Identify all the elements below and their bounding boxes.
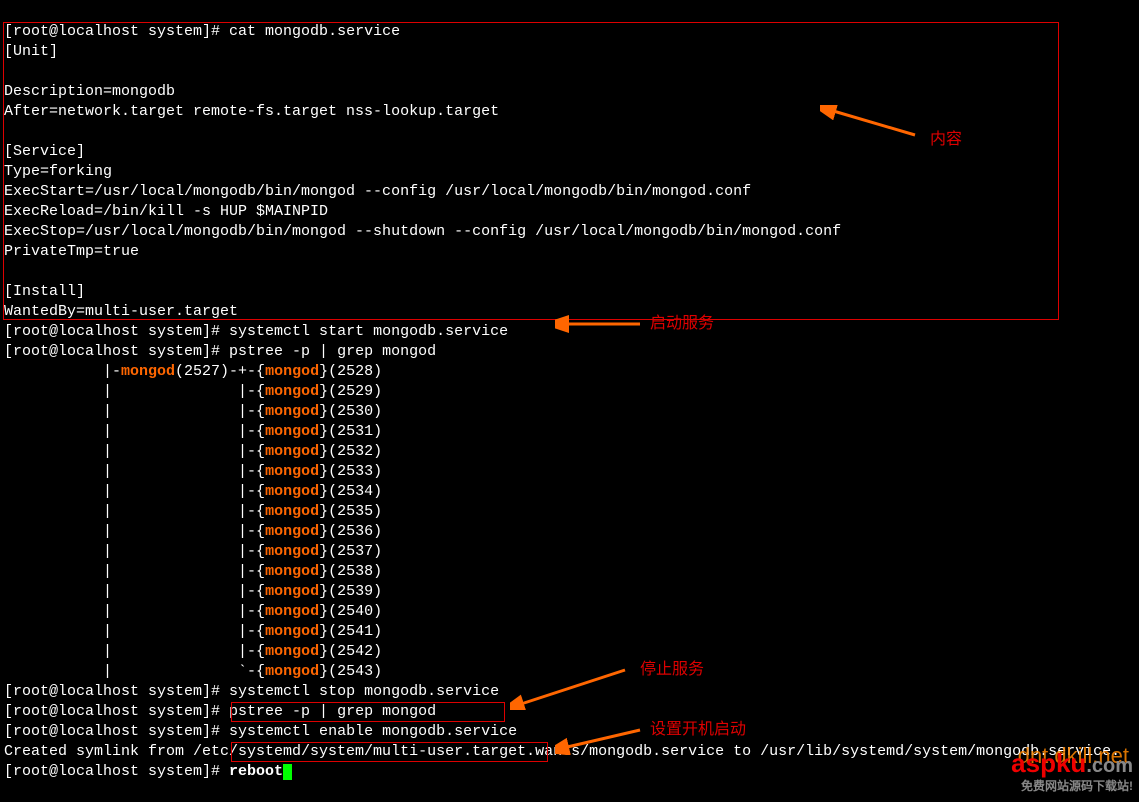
watermark-aspku: aspku.com 免费网站源码下载站! <box>1011 753 1133 796</box>
pstree-line: | |-{mongod}(2541) <box>4 623 382 640</box>
prompt: [root@localhost system]# <box>4 23 229 40</box>
pstree-line: | |-{mongod}(2529) <box>4 383 382 400</box>
command-enable: systemctl enable mongodb.service <box>229 723 517 740</box>
prompt: [root@localhost system]# <box>4 343 229 360</box>
annotation-start: 启动服务 <box>650 314 714 334</box>
prompt: [root@localhost system]# <box>4 723 229 740</box>
pstree-line: | |-{mongod}(2539) <box>4 583 382 600</box>
service-file-line: ExecStop=/usr/local/mongodb/bin/mongod -… <box>4 223 841 240</box>
symlink-output: Created symlink from /etc/systemd/system… <box>4 743 1120 760</box>
service-file-line: After=network.target remote-fs.target ns… <box>4 103 499 120</box>
pstree-line: | |-{mongod}(2538) <box>4 563 382 580</box>
command-reboot: reboot <box>229 763 283 780</box>
pstree-line: | |-{mongod}(2536) <box>4 523 382 540</box>
service-file-line: [Unit] <box>4 43 58 60</box>
pstree-line: | |-{mongod}(2537) <box>4 543 382 560</box>
annotation-boot: 设置开机启动 <box>650 720 746 740</box>
service-file-line: [Install] <box>4 283 85 300</box>
pstree-line: |-mongod(2527)-+-{mongod}(2528) <box>4 363 382 380</box>
terminal-output[interactable]: [root@localhost system]# cat mongodb.ser… <box>0 0 1139 784</box>
pstree-line: | |-{mongod}(2540) <box>4 603 382 620</box>
prompt: [root@localhost system]# <box>4 683 229 700</box>
pstree-line: | |-{mongod}(2531) <box>4 423 382 440</box>
service-file-line: ExecStart=/usr/local/mongodb/bin/mongod … <box>4 183 751 200</box>
pstree-line: | |-{mongod}(2530) <box>4 403 382 420</box>
pstree-line: | |-{mongod}(2535) <box>4 503 382 520</box>
command-stop: systemctl stop mongodb.service <box>229 683 499 700</box>
command-pstree: pstree -p | grep mongod <box>229 703 436 720</box>
cursor-icon <box>283 764 292 780</box>
command-cat: cat mongodb.service <box>229 23 400 40</box>
service-file-line: [Service] <box>4 143 85 160</box>
pstree-line: | |-{mongod}(2542) <box>4 643 382 660</box>
service-file-line: ExecReload=/bin/kill -s HUP $MAINPID <box>4 203 328 220</box>
annotation-content: 内容 <box>930 130 962 150</box>
command-pstree: pstree -p | grep mongod <box>229 343 436 360</box>
pstree-line: | |-{mongod}(2534) <box>4 483 382 500</box>
service-file-line: PrivateTmp=true <box>4 243 139 260</box>
service-file-line: WantedBy=multi-user.target <box>4 303 238 320</box>
command-start: systemctl start mongodb.service <box>229 323 508 340</box>
prompt: [root@localhost system]# <box>4 703 229 720</box>
annotation-stop: 停止服务 <box>640 660 704 680</box>
pstree-line: | `-{mongod}(2543) <box>4 663 382 680</box>
prompt: [root@localhost system]# <box>4 323 229 340</box>
service-file-line: Description=mongodb <box>4 83 175 100</box>
service-file-line: Type=forking <box>4 163 112 180</box>
prompt: [root@localhost system]# <box>4 763 229 780</box>
pstree-line: | |-{mongod}(2532) <box>4 443 382 460</box>
pstree-line: | |-{mongod}(2533) <box>4 463 382 480</box>
